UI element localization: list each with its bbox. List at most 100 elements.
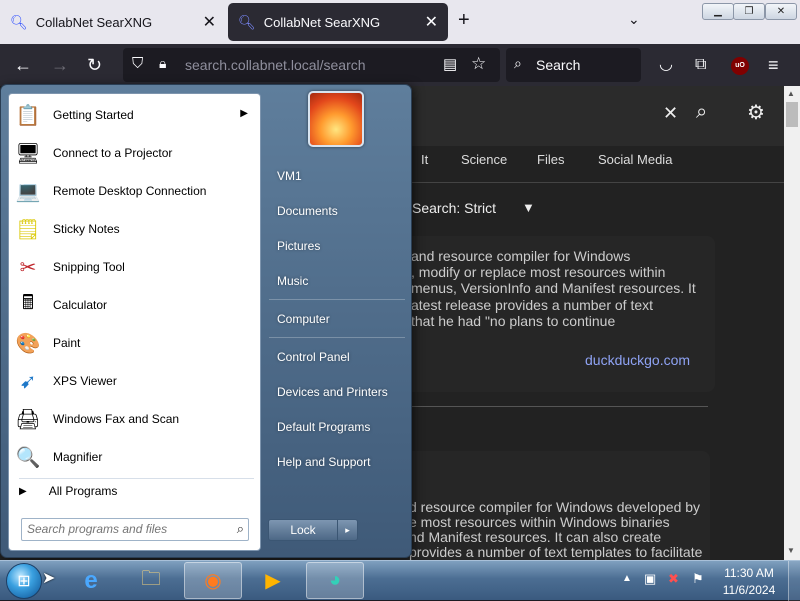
address-bar[interactable]: ⛉ 🔒︎ search.collabnet.local/search ▤ ☆ [123,48,500,82]
list-all-tabs-button[interactable]: ⌄ [628,11,640,28]
magnifier-icon: 🔍 [15,446,41,469]
program-calculator[interactable]: 🖩 Calculator [13,286,258,324]
start-menu-programs-pane: 📋 Getting Started ▶ 🖥 Connect to a Proje… [8,93,261,551]
action-center-flag-icon[interactable]: ▣ [644,571,656,587]
taskbar-file-explorer[interactable]: 🗀 [122,562,180,599]
taskbar-media-player[interactable]: ▶ [244,562,302,599]
volume-icon[interactable]: ⚑ [692,571,704,587]
program-windows-fax-scan[interactable]: 🖨 Windows Fax and Scan [13,400,258,438]
new-tab-button[interactable]: + [458,9,470,32]
reload-icon[interactable]: ↻ [87,55,102,75]
start-button[interactable]: ⊞ [6,563,42,599]
maximize-button[interactable]: ❐ [733,3,765,20]
snipping-tool-icon: ✂ [19,256,37,279]
link-devices-printers[interactable]: Devices and Printers [277,385,388,399]
windows-logo-icon: ⊞ [17,573,31,590]
searxng-logo-icon: 🔍︎ [10,13,28,30]
close-window-button[interactable]: ✕ [765,3,797,20]
network-disconnected-icon[interactable]: ✖ [668,571,679,587]
result-snippet-line: menus, VersionInfo and Manifest resource… [411,280,696,296]
taskbar-firefox[interactable]: ◉ [184,562,242,599]
sticky-notes-icon: 🗒 [15,218,41,241]
close-tab-icon[interactable]: ✕ [203,12,216,32]
link-documents[interactable]: Documents [277,204,338,218]
clock-date[interactable]: 11/6/2024 [720,583,778,597]
taskbar: ⊞ e 🗀 ◉ ▶ ◕ ▲ ▣ ✖ ⚑ 11:30 AM 11/6/2024 [0,560,800,601]
taskbar-app-active[interactable]: ◕ [306,562,364,599]
scrollbar-thumb[interactable] [786,102,798,127]
lock-button[interactable]: Lock ▸ [268,519,358,541]
right-triangle-icon: ▶ [19,485,27,497]
program-label: Magnifier [53,450,103,464]
link-user-folder[interactable]: VM1 [277,169,302,183]
result-snippet-line: atest release provides a number of text [411,297,654,313]
link-computer[interactable]: Computer [277,312,330,326]
preferences-gear-icon[interactable]: ⚙ [747,100,765,125]
program-paint[interactable]: 🎨 Paint [13,324,258,362]
bookmark-star-icon[interactable]: ☆ [471,54,486,74]
program-getting-started[interactable]: 📋 Getting Started ▶ [13,96,258,134]
program-magnifier[interactable]: 🔍 Magnifier [13,438,258,476]
chevron-down-icon[interactable]: ▼ [522,200,535,215]
scroll-down-arrow-icon[interactable]: ▼ [787,546,795,555]
program-label: Getting Started [53,108,134,122]
search-icon[interactable]: ⌕ [696,101,707,124]
teal-app-icon: ◕ [328,569,342,591]
show-hidden-icons-icon[interactable]: ▲ [622,573,632,584]
program-xps-viewer[interactable]: ➹ XPS Viewer [13,362,258,400]
ublock-origin-icon[interactable]: uO [731,57,749,75]
all-programs-button[interactable]: ▶ All Programs [19,484,117,498]
safe-search-dropdown[interactable]: Search: Strict [412,200,496,216]
pocket-icon[interactable]: ◡ [659,55,673,75]
search-header: ✕ ⌕ ⚙ [380,86,784,146]
padlock-icon[interactable]: 🔒︎ [159,55,166,72]
tracking-protection-shield-icon[interactable]: ⛉ [132,55,143,72]
link-default-programs[interactable]: Default Programs [277,420,370,434]
menu-divider [269,299,405,300]
minimize-button[interactable]: ▁ [702,3,734,20]
search-programs-box[interactable]: ⌕ [21,518,249,541]
category-tab-it[interactable]: It [421,152,428,167]
link-control-panel[interactable]: Control Panel [277,350,350,364]
category-tab-science[interactable]: Science [461,152,507,167]
link-help-support[interactable]: Help and Support [277,455,370,469]
reader-view-icon[interactable]: ▤ [443,55,457,73]
tab-title: CollabNet SearXNG [263,14,381,30]
app-menu-icon[interactable]: ≡ [768,55,779,75]
category-tab-files[interactable]: Files [537,152,564,167]
getting-started-icon: 📋 [15,104,41,127]
search-result-card: and resource compiler for Windows , modi… [380,236,715,392]
shutdown-options-arrow-icon[interactable]: ▸ [337,520,357,540]
internet-explorer-icon: e [84,566,98,594]
search-programs-input[interactable] [27,519,227,539]
show-desktop-button[interactable] [788,561,800,601]
taskbar-internet-explorer[interactable]: e [62,562,120,599]
program-snipping-tool[interactable]: ✂ Snipping Tool [13,248,258,286]
program-connect-to-projector[interactable]: 🖥 Connect to a Projector [13,134,258,172]
program-remote-desktop[interactable]: 💻 Remote Desktop Connection [13,172,258,210]
page-scrollbar[interactable]: ▲ ▼ [784,86,800,560]
fax-scan-icon: 🖨 [15,408,41,431]
extensions-icon[interactable]: ⧉ [695,55,706,75]
clock-time[interactable]: 11:30 AM [720,566,778,580]
result-source-link[interactable]: duckduckgo.com [585,352,690,368]
scroll-up-arrow-icon[interactable]: ▲ [787,89,795,98]
url-text[interactable]: search.collabnet.local/search [185,57,366,73]
web-search-box[interactable]: ⌕ Search [506,48,641,82]
tab-searxng-2[interactable]: 🔍︎ CollabNet SearXNG ✕ [228,3,448,41]
all-programs-divider [19,478,254,479]
close-tab-icon[interactable]: ✕ [425,12,438,32]
program-label: Remote Desktop Connection [53,184,207,198]
clear-search-icon[interactable]: ✕ [663,103,678,124]
forward-icon[interactable]: → [51,55,69,75]
search-icon[interactable]: ⌕ [237,521,244,537]
projector-icon: 🖥 [15,142,41,165]
user-account-picture[interactable] [308,91,364,147]
link-music[interactable]: Music [277,274,308,288]
back-icon[interactable]: ← [14,55,32,75]
result-snippet-line: d resource compiler for Windows develope… [409,499,701,515]
program-sticky-notes[interactable]: 🗒 Sticky Notes [13,210,258,248]
link-pictures[interactable]: Pictures [277,239,320,253]
tab-searxng-1[interactable]: 🔍︎ CollabNet SearXNG ✕ [0,3,226,41]
category-tab-social-media[interactable]: Social Media [598,152,672,167]
